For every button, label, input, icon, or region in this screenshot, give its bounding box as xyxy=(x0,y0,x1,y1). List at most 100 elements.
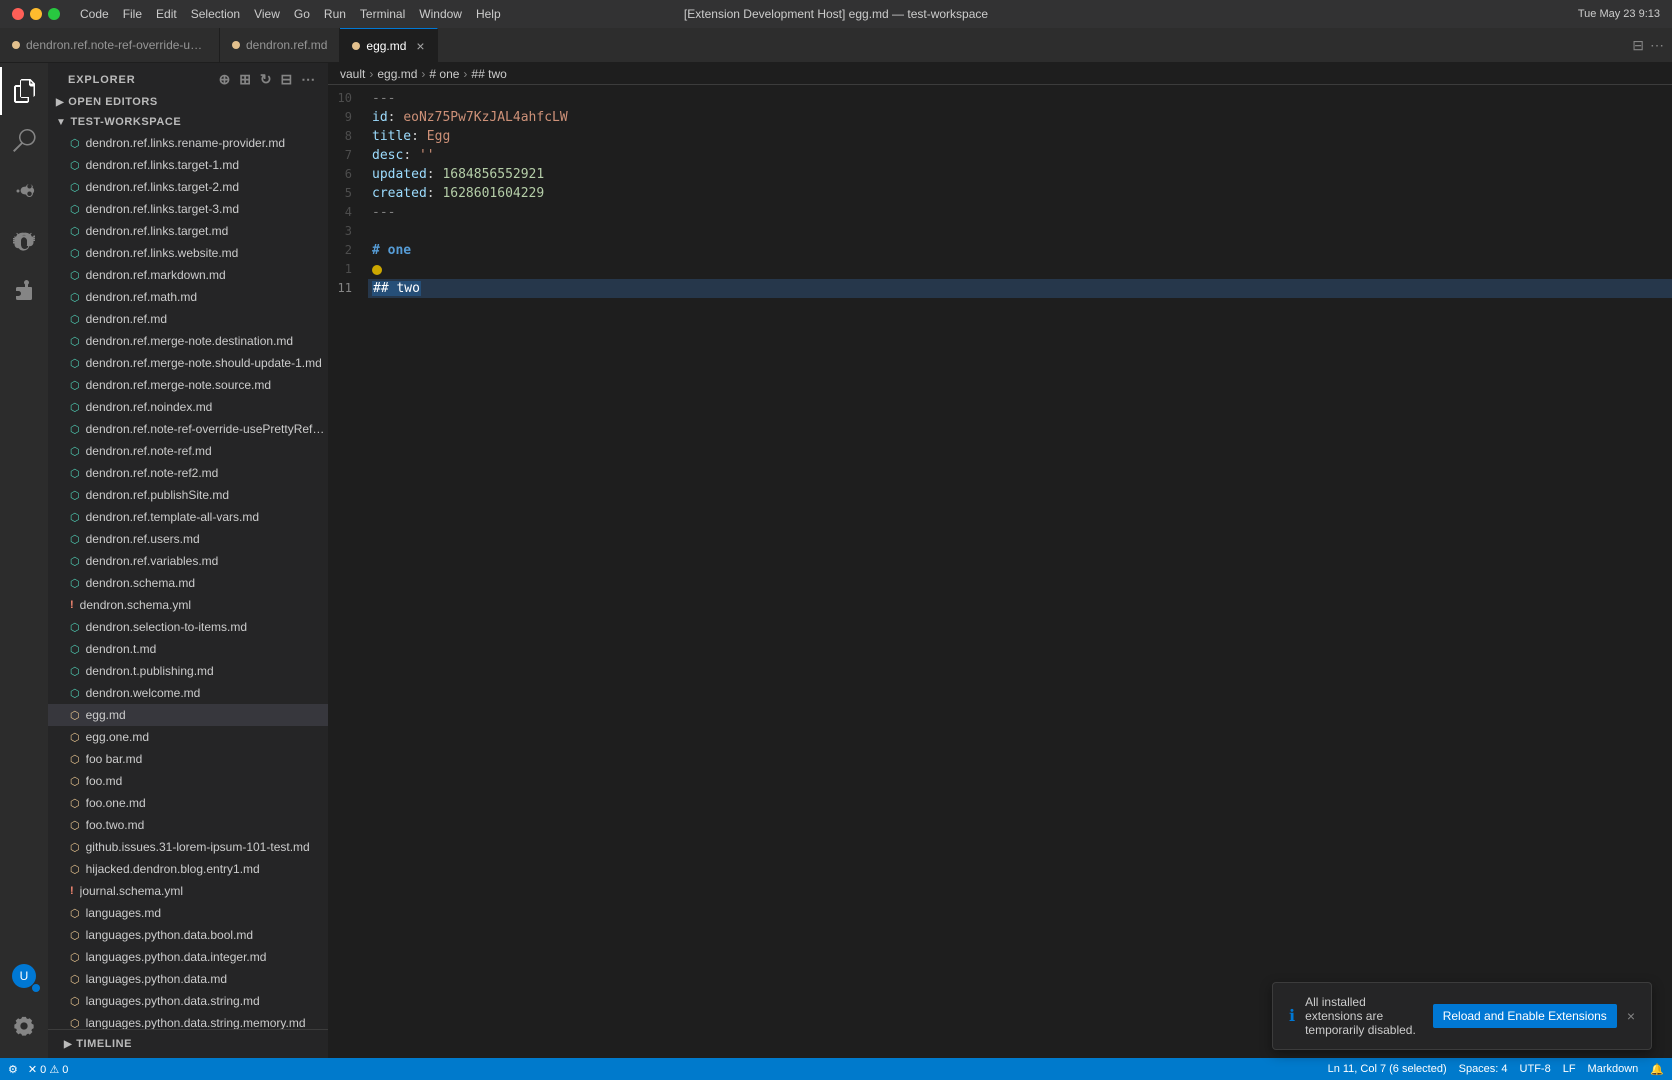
collapse-all-icon[interactable]: ⊟ xyxy=(280,71,293,88)
line-ending[interactable]: LF xyxy=(1563,1063,1576,1075)
reload-extensions-button[interactable]: Reload and Enable Extensions xyxy=(1433,1004,1617,1028)
new-file-icon[interactable]: ⊕ xyxy=(219,71,232,88)
line-content[interactable]: updated: 1684856552921 xyxy=(368,165,1672,184)
list-item[interactable]: ⬡egg.one.md xyxy=(48,726,328,748)
line-content[interactable]: --- xyxy=(368,89,1672,108)
list-item[interactable]: ⬡dendron.ref.links.target-2.md xyxy=(48,176,328,198)
menu-go[interactable]: Go xyxy=(294,7,310,21)
error-count[interactable]: ✕ 0 ⚠ 0 xyxy=(28,1063,69,1076)
timeline-section[interactable]: ▶ TIMELINE xyxy=(48,1029,328,1058)
activity-accounts[interactable]: U xyxy=(0,952,48,1000)
line-content[interactable]: desc: '' xyxy=(368,146,1672,165)
open-editors-section[interactable]: ▶ OPEN EDITORS xyxy=(48,92,328,112)
list-item[interactable]: ⬡dendron.t.publishing.md xyxy=(48,660,328,682)
list-item[interactable]: ⬡foo.md xyxy=(48,770,328,792)
menu-terminal[interactable]: Terminal xyxy=(360,7,405,21)
list-item[interactable]: ⬡dendron.ref.links.target-3.md xyxy=(48,198,328,220)
encoding[interactable]: UTF-8 xyxy=(1520,1063,1551,1075)
list-item[interactable]: ⬡dendron.selection-to-items.md xyxy=(48,616,328,638)
list-item[interactable]: ⬡dendron.ref.template-all-vars.md xyxy=(48,506,328,528)
list-item[interactable]: ⬡dendron.ref.note-ref.md xyxy=(48,440,328,462)
menu-run[interactable]: Run xyxy=(324,7,346,21)
list-item[interactable]: ⬡dendron.welcome.md xyxy=(48,682,328,704)
list-item[interactable]: ⬡dendron.ref.users.md xyxy=(48,528,328,550)
menu-view[interactable]: View xyxy=(254,7,280,21)
timeline-header[interactable]: ▶ TIMELINE xyxy=(56,1034,320,1054)
list-item[interactable]: ⬡foo bar.md xyxy=(48,748,328,770)
list-item[interactable]: ⬡languages.python.data.integer.md xyxy=(48,946,328,968)
line-content[interactable]: # one xyxy=(368,241,1672,260)
more-actions-icon[interactable]: ⋯ xyxy=(1650,37,1664,54)
menu-code[interactable]: Code xyxy=(80,7,109,21)
breadcrumb-section2[interactable]: ## two xyxy=(471,67,506,81)
breadcrumb-section1[interactable]: # one xyxy=(429,67,459,81)
list-item[interactable]: ⬡dendron.ref.merge-note.source.md xyxy=(48,374,328,396)
activity-debug[interactable] xyxy=(0,217,48,265)
tab-close-icon[interactable]: × xyxy=(416,39,424,53)
activity-explorer[interactable] xyxy=(0,67,48,115)
list-item[interactable]: ⬡languages.python.data.bool.md xyxy=(48,924,328,946)
cursor-position[interactable]: Ln 11, Col 7 (6 selected) xyxy=(1328,1063,1447,1075)
new-folder-icon[interactable]: ⊞ xyxy=(239,71,252,88)
menu-edit[interactable]: Edit xyxy=(156,7,177,21)
list-item[interactable]: ⬡dendron.ref.links.target.md xyxy=(48,220,328,242)
line-content[interactable]: title: Egg xyxy=(368,127,1672,146)
list-item[interactable]: ⬡foo.two.md xyxy=(48,814,328,836)
list-item[interactable]: ⬡dendron.ref.merge-note.should-update-1.… xyxy=(48,352,328,374)
list-item[interactable]: ⬡dendron.ref.links.website.md xyxy=(48,242,328,264)
activity-extensions[interactable] xyxy=(0,267,48,315)
list-item[interactable]: !journal.schema.yml xyxy=(48,880,328,902)
indentation[interactable]: Spaces: 4 xyxy=(1459,1063,1508,1075)
menu-selection[interactable]: Selection xyxy=(191,7,240,21)
line-content[interactable]: --- xyxy=(368,203,1672,222)
split-editor-icon[interactable]: ⊟ xyxy=(1632,37,1644,54)
list-item[interactable]: ⬡egg.md xyxy=(48,704,328,726)
list-item[interactable]: ⬡dendron.ref.links.rename-provider.md xyxy=(48,132,328,154)
line-content[interactable]: created: 1628601604229 xyxy=(368,184,1672,203)
list-item[interactable]: !dendron.schema.yml xyxy=(48,594,328,616)
menu-help[interactable]: Help xyxy=(476,7,501,21)
list-item[interactable]: ⬡dendron.ref.merge-note.destination.md xyxy=(48,330,328,352)
language-mode[interactable]: Markdown xyxy=(1588,1063,1639,1075)
list-item[interactable]: ⬡languages.python.data.md xyxy=(48,968,328,990)
list-item[interactable]: ⬡dendron.ref.links.target-1.md xyxy=(48,154,328,176)
test-workspace-section[interactable]: ▼ TEST-WORKSPACE xyxy=(48,112,328,132)
list-item[interactable]: ⬡dendron.ref.noindex.md xyxy=(48,396,328,418)
line-content[interactable]: id: eoNz75Pw7KzJAL4ahfcLW xyxy=(368,108,1672,127)
list-item[interactable]: ⬡dendron.ref.md xyxy=(48,308,328,330)
list-item[interactable]: ⬡languages.python.data.string.memory.md xyxy=(48,1012,328,1029)
breadcrumb-vault[interactable]: vault xyxy=(340,67,365,81)
close-button[interactable] xyxy=(12,8,24,20)
list-item[interactable]: ⬡dendron.ref.note-ref2.md xyxy=(48,462,328,484)
line-content[interactable]: ## two xyxy=(368,279,1672,298)
refresh-icon[interactable]: ↻ xyxy=(260,71,273,88)
tab-dendron-ref[interactable]: dendron.ref.md xyxy=(220,28,340,62)
breadcrumb-file[interactable]: egg.md xyxy=(377,67,417,81)
tab-dendron-ref-note-ref-override[interactable]: dendron.ref.note-ref-override-usePrettyR… xyxy=(0,28,220,62)
list-item[interactable]: ⬡dendron.t.md xyxy=(48,638,328,660)
code-editor[interactable]: 10---9id: eoNz75Pw7KzJAL4ahfcLW8title: E… xyxy=(328,85,1672,1058)
list-item[interactable]: ⬡github.issues.31-lorem-ipsum-101-test.m… xyxy=(48,836,328,858)
menu-file[interactable]: File xyxy=(123,7,142,21)
list-item[interactable]: ⬡languages.md xyxy=(48,902,328,924)
notifications-bell[interactable]: 🔔 xyxy=(1650,1063,1664,1076)
list-item[interactable]: ⬡dendron.ref.note-ref-override-usePretty… xyxy=(48,418,328,440)
activity-source-control[interactable] xyxy=(0,167,48,215)
remote-button[interactable]: ⚙ xyxy=(8,1063,18,1076)
list-item[interactable]: ⬡dendron.ref.variables.md xyxy=(48,550,328,572)
list-item[interactable]: ⬡dendron.ref.publishSite.md xyxy=(48,484,328,506)
menu-window[interactable]: Window xyxy=(419,7,462,21)
list-item[interactable]: ⬡hijacked.dendron.blog.entry1.md xyxy=(48,858,328,880)
tab-egg[interactable]: egg.md × xyxy=(340,28,437,62)
list-item[interactable]: ⬡dendron.ref.markdown.md xyxy=(48,264,328,286)
list-item[interactable]: ⬡dendron.schema.md xyxy=(48,572,328,594)
minimize-button[interactable] xyxy=(30,8,42,20)
list-item[interactable]: ⬡dendron.ref.math.md xyxy=(48,286,328,308)
activity-settings[interactable] xyxy=(0,1002,48,1050)
maximize-button[interactable] xyxy=(48,8,60,20)
activity-search[interactable] xyxy=(0,117,48,165)
notification-close-icon[interactable]: × xyxy=(1627,1008,1635,1024)
more-sidebar-icon[interactable]: ⋯ xyxy=(301,71,316,88)
list-item[interactable]: ⬡foo.one.md xyxy=(48,792,328,814)
line-content[interactable] xyxy=(368,260,1672,279)
